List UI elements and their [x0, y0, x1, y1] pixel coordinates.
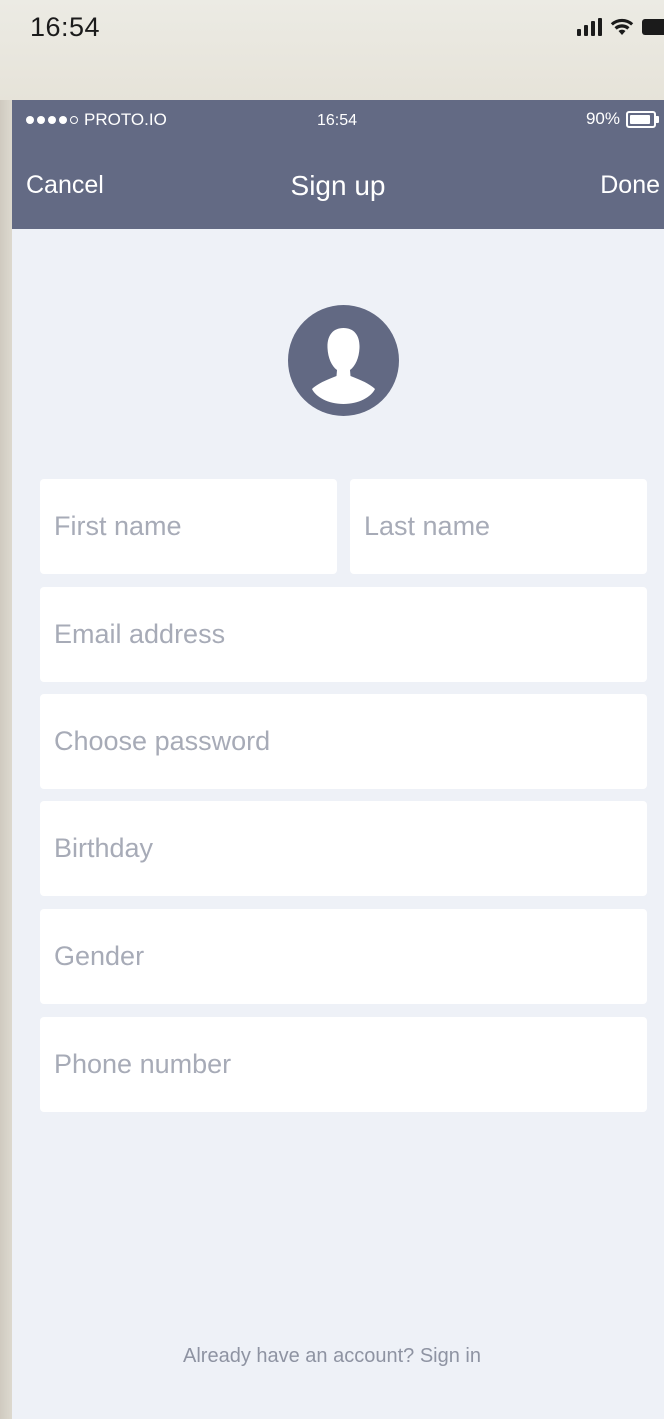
email-field [40, 587, 647, 682]
gender-field [40, 909, 647, 1004]
signal-dot [26, 116, 34, 124]
device-time: 16:54 [30, 12, 101, 42]
battery-fill [630, 114, 650, 124]
device-frame-edge [0, 100, 12, 1419]
navigation-bar: Cancel Sign up Done [12, 140, 664, 229]
app-time: 16:54 [317, 112, 358, 129]
battery-icon [626, 110, 659, 128]
carrier: PROTO.IO [26, 110, 167, 130]
app-battery: 90% [585, 109, 659, 129]
last-name-input[interactable] [350, 479, 647, 574]
device-status-bar: 16:54 [0, 0, 664, 100]
email-input[interactable] [40, 587, 647, 682]
first-name-input[interactable] [40, 479, 337, 574]
page-title: Sign up [290, 170, 386, 201]
signal-dot [48, 116, 56, 124]
carrier-name: PROTO.IO [84, 110, 167, 129]
signal-dot [59, 116, 67, 124]
battery-icon [642, 19, 664, 35]
battery-percent: 90% [585, 109, 620, 128]
avatar[interactable] [288, 305, 399, 416]
gender-input[interactable] [40, 909, 647, 1004]
signal-dot [37, 116, 45, 124]
birthday-field [40, 801, 647, 896]
phone-input[interactable] [40, 1017, 647, 1112]
device-status-icons [577, 18, 664, 36]
signal-dot [70, 116, 78, 124]
signal-dots-icon [26, 116, 78, 124]
first-name-field [40, 479, 337, 574]
done-button[interactable]: Done [600, 171, 660, 200]
birthday-input[interactable] [40, 801, 647, 896]
last-name-field [350, 479, 647, 574]
app-status-bar: PROTO.IO 16:54 90% [12, 100, 664, 140]
password-field [40, 694, 647, 789]
app-screen: PROTO.IO 16:54 90% Cancel Sign up Done F… [12, 100, 664, 1419]
signal-icon [577, 18, 602, 36]
user-silhouette-icon [312, 328, 375, 404]
wifi-icon [610, 18, 634, 36]
sign-in-link[interactable]: Already have an account? Sign in [0, 1345, 664, 1368]
phone-field [40, 1017, 647, 1112]
password-input[interactable] [40, 694, 647, 789]
